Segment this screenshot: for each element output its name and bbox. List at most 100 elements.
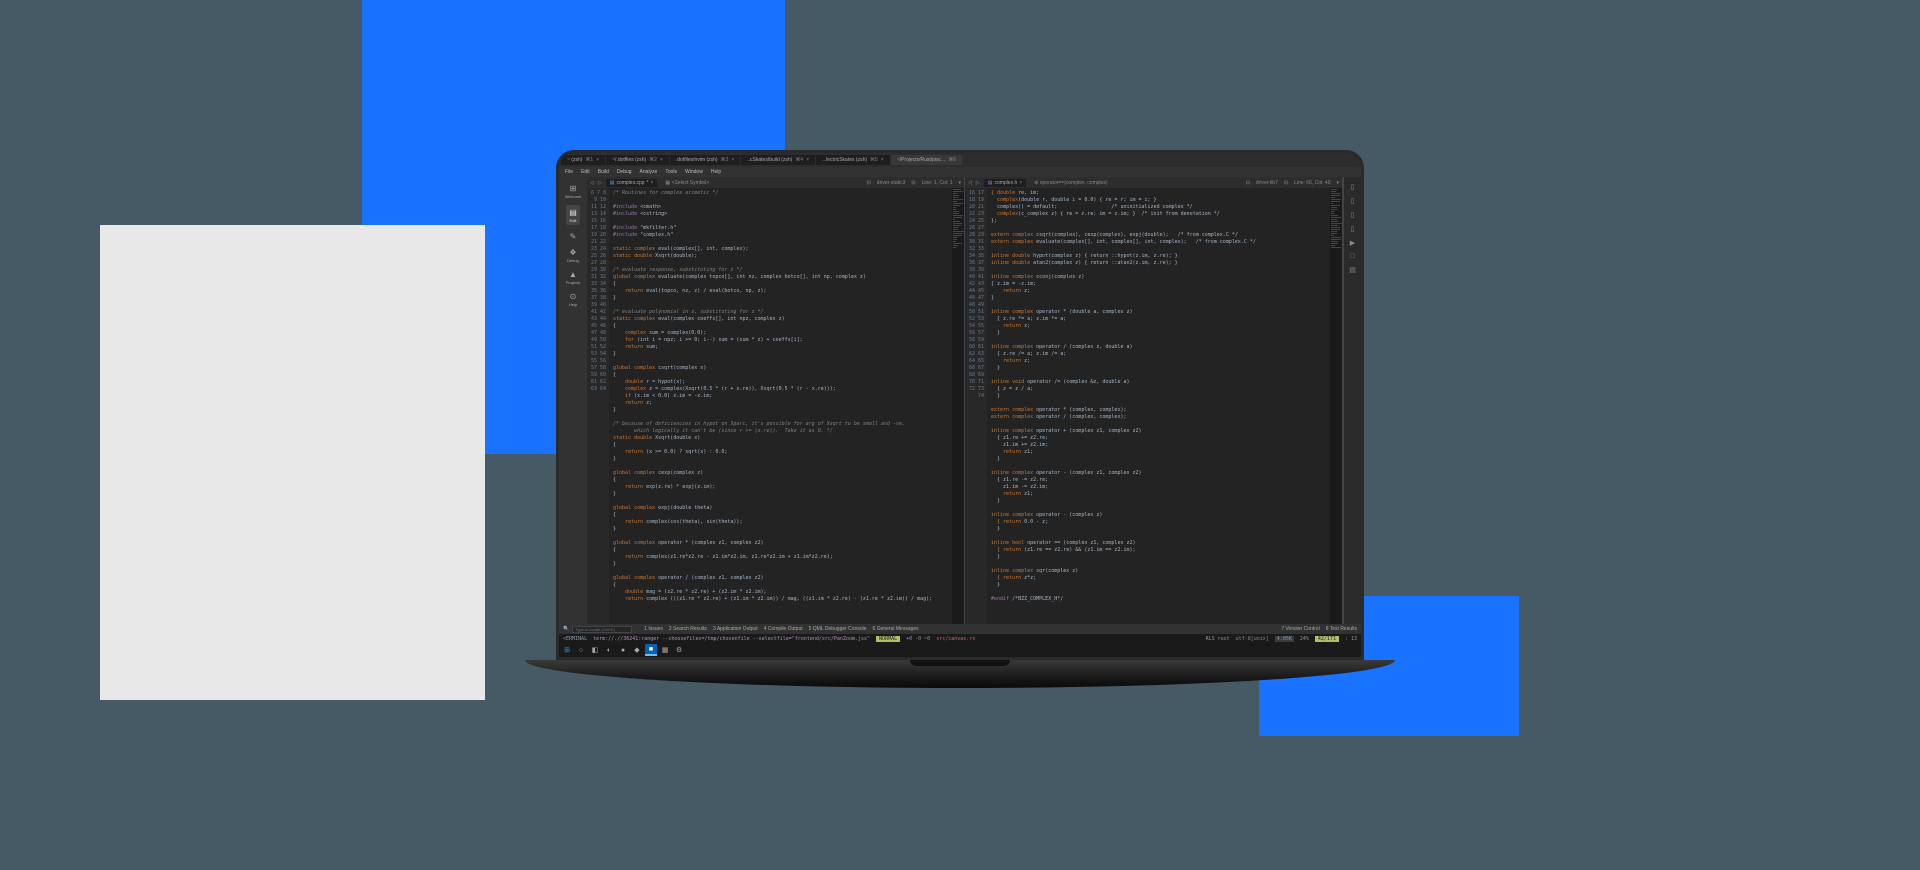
status-file: src/canvas.rs xyxy=(936,636,1199,642)
mode-sidebar: ⊞Welcome ▤Edit ✎ ❖Debug ▲Projects ⊙Help xyxy=(559,177,587,624)
status-perc: 24% xyxy=(1300,636,1309,642)
sidebar-item-edit[interactable]: ▤Edit xyxy=(566,205,580,225)
close-icon[interactable]: × xyxy=(881,157,884,163)
taskbar-button-7[interactable]: ▦ xyxy=(659,644,671,656)
sidebar-icon: ▲ xyxy=(568,269,578,279)
output-tab[interactable]: 4 Compile Output xyxy=(764,626,803,632)
right-minimap[interactable] xyxy=(1330,188,1342,624)
back-icon[interactable]: ◁ xyxy=(590,180,594,186)
sidebar-icon: ⊞ xyxy=(568,183,578,193)
terminal-tab[interactable]: ..cSkates/build (zsh) ⌘4 × xyxy=(741,155,815,165)
sidebar-item-welcome[interactable]: ⊞Welcome xyxy=(565,183,582,199)
taskbar-button-0[interactable]: ⊞ xyxy=(561,644,573,656)
right-editor-pane: ◁ ▷ ▤ complex.h × ⊕ operator==(complex, … xyxy=(965,177,1343,624)
close-icon[interactable]: × xyxy=(1019,180,1022,186)
terminal-tabs: ~ (zsh) ⌘1 ×~/.dotfiles (zsh) ⌘2 ×.dotfi… xyxy=(559,153,1361,167)
right-sidebar-item-4[interactable]: ▶ xyxy=(1350,239,1355,247)
editor-split: ◁ ▷ ▤ complex.cpp * × ▦ <Select Symbol> … xyxy=(587,177,1343,624)
taskbar-button-6[interactable]: ■ xyxy=(645,644,657,656)
status-col: : 13 xyxy=(1345,636,1357,642)
menubar: File Edit Build Debug Analyze Tools Window Help xyxy=(559,167,1361,177)
sidebar-icon: ⊙ xyxy=(568,291,578,301)
file-tab-complex-h[interactable]: ▤ complex.h × xyxy=(984,179,1026,187)
laptop-screen: ~ (zsh) ⌘1 ×~/.dotfiles (zsh) ⌘2 ×.dotfi… xyxy=(556,150,1364,660)
split-icon[interactable]: ⊟ xyxy=(1284,180,1288,186)
sidebar-item-tool[interactable]: ✎ xyxy=(568,231,578,241)
menu-analyze[interactable]: Analyze xyxy=(640,169,658,175)
sidebar-item-help[interactable]: ⊙Help xyxy=(568,291,578,307)
left-code-area[interactable]: 6 7 8 9 10 11 12 13 14 15 16 17 18 19 20… xyxy=(587,188,964,624)
terminal-tab[interactable]: ~ (zsh) ⌘1 × xyxy=(561,155,605,165)
back-icon[interactable]: ◁ xyxy=(968,180,972,186)
taskbar-button-5[interactable]: ◆ xyxy=(631,644,643,656)
cursor-pos: Line: 1, Col: 1 xyxy=(922,180,953,186)
output-tab[interactable]: 7 Version Control xyxy=(1281,626,1319,632)
menu-tools[interactable]: Tools xyxy=(665,169,677,175)
right-sidebar-item-2[interactable]: ▯ xyxy=(1351,211,1355,219)
output-tab[interactable]: 6 General Messages xyxy=(873,626,919,632)
left-editor-pane: ◁ ▷ ▤ complex.cpp * × ▦ <Select Symbol> … xyxy=(587,177,965,624)
menu-window[interactable]: Window xyxy=(685,169,703,175)
close-icon[interactable]: × xyxy=(731,157,734,163)
right-code[interactable]: { double re, im; complex(double r, doubl… xyxy=(987,188,1330,624)
unsaved-icon: * xyxy=(647,180,649,186)
right-sidebar-item-1[interactable]: ▯ xyxy=(1351,197,1355,205)
split-icon[interactable]: ⊟ xyxy=(867,180,871,186)
right-sidebar-item-5[interactable]: □ xyxy=(1350,253,1354,260)
right-sidebar-item-6[interactable]: ▤ xyxy=(1349,266,1356,274)
right-editor-tabs: ◁ ▷ ▤ complex.h × ⊕ operator==(complex, … xyxy=(965,177,1342,188)
menu-build[interactable]: Build xyxy=(598,169,609,175)
terminal-tab[interactable]: ~/Projects/Rust/pisc... ⌘6 xyxy=(891,155,962,165)
header-file-icon: ▤ xyxy=(988,180,993,186)
terminal-tab[interactable]: ~/.dotfiles (zsh) ⌘2 × xyxy=(606,155,669,165)
sidebar-item-debug[interactable]: ❖Debug xyxy=(567,247,579,263)
left-minimap[interactable] xyxy=(952,188,964,624)
right-sidebar-item-0[interactable]: ▯ xyxy=(1351,183,1355,191)
output-tab[interactable]: 5 QML Debugger Console xyxy=(809,626,867,632)
status-lang: RLS rust xyxy=(1206,636,1230,642)
output-tab[interactable]: 1 Issues xyxy=(644,626,663,632)
status-term: term://.//36241:ranger --choosefiles=/tm… xyxy=(593,636,870,642)
split-icon[interactable]: ⊟ xyxy=(911,180,915,186)
symbol-dropdown[interactable]: ⊕ operator==(complex, complex) xyxy=(1034,180,1107,186)
close-icon[interactable]: × xyxy=(650,180,653,186)
cursor-pos: Line: 66, Col: 40 xyxy=(1294,180,1330,186)
file-tab-complex-cpp[interactable]: ▤ complex.cpp * × xyxy=(606,179,658,187)
taskbar-button-8[interactable]: ⚙ xyxy=(673,644,685,656)
left-code[interactable]: /* Routines for complex arimetic */ #inc… xyxy=(609,188,952,624)
taskbar-button-1[interactable]: ○ xyxy=(575,644,587,656)
forward-icon[interactable]: ▷ xyxy=(976,180,980,186)
close-icon[interactable]: × xyxy=(596,157,599,163)
output-tab[interactable]: 8 Test Results xyxy=(1326,626,1357,632)
symbol-dropdown[interactable]: ▦ <Select Symbol> xyxy=(665,180,709,186)
output-tabs-right: 7 Version Control 8 Test Results xyxy=(1281,626,1357,632)
close-icon[interactable]: × xyxy=(660,157,663,163)
split-icon[interactable]: ⊟ xyxy=(1246,180,1250,186)
menu-help[interactable]: Help xyxy=(711,169,721,175)
forward-icon[interactable]: ▷ xyxy=(598,180,602,186)
menu-debug[interactable]: Debug xyxy=(617,169,632,175)
vim-mode: NORMAL xyxy=(876,636,900,642)
terminal-tab[interactable]: ...lectricSkates (zsh) ⌘5 × xyxy=(816,155,890,165)
vim-statusbar: <ERMINAL term://.//36241:ranger --choose… xyxy=(559,634,1361,643)
taskbar-button-3[interactable]: ◐ xyxy=(603,644,615,656)
output-tab[interactable]: 3 Application Output xyxy=(713,626,758,632)
close-icon[interactable]: × xyxy=(806,157,809,163)
sidebar-icon: ✎ xyxy=(568,231,578,241)
menu-icon[interactable]: ▾ xyxy=(1336,180,1339,186)
sidebar-item-projects[interactable]: ▲Projects xyxy=(566,269,580,285)
menu-file[interactable]: File xyxy=(565,169,573,175)
terminal-tab[interactable]: .dotfiles/nvim (zsh) ⌘3 × xyxy=(670,155,740,165)
search-icon: 🔍 xyxy=(563,626,569,632)
menu-edit[interactable]: Edit xyxy=(581,169,590,175)
taskbar-button-4[interactable]: ● xyxy=(617,644,629,656)
right-sidebar-item-3[interactable]: ▯ xyxy=(1351,225,1355,233)
locator-input[interactable] xyxy=(572,626,632,633)
right-code-area[interactable]: 16 17 18 19 20 21 22 23 24 25 26 27 28 2… xyxy=(965,188,1342,624)
taskbar-button-2[interactable]: ◧ xyxy=(589,644,601,656)
main-area: ⊞Welcome ▤Edit ✎ ❖Debug ▲Projects ⊙Help ◁ ▷ ▤… xyxy=(559,177,1361,624)
cpp-file-icon: ▤ xyxy=(610,180,615,186)
menu-icon[interactable]: ▾ xyxy=(958,180,961,186)
output-tab[interactable]: 2 Search Results xyxy=(669,626,707,632)
left-editor-tabs: ◁ ▷ ▤ complex.cpp * × ▦ <Select Symbol> … xyxy=(587,177,964,188)
